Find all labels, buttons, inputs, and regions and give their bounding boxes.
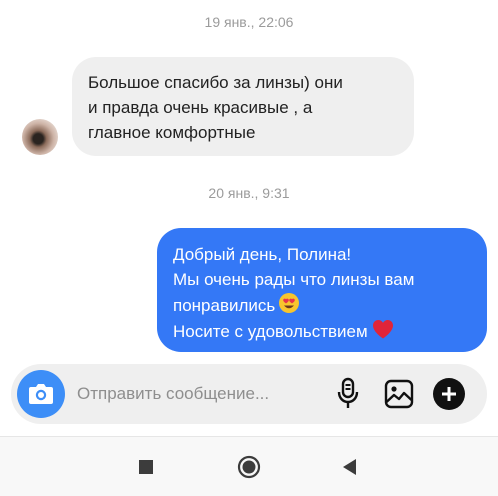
gallery-button[interactable] (383, 378, 415, 410)
more-options-button[interactable] (433, 378, 465, 410)
message-text: Носите с удовольствием (173, 322, 368, 341)
heart-eyes-emoji-icon (279, 293, 300, 313)
timestamp: 20 янв., 9:31 (208, 185, 290, 201)
message-line: главное комфортные (88, 123, 256, 142)
message-line: Большое спасибо за линзы) они (88, 73, 343, 92)
message-text: понравились (173, 296, 276, 315)
message-input[interactable]: Отправить сообщение... (77, 384, 269, 404)
message-line: Мы очень рады что линзы вам (173, 270, 415, 289)
message-line-with-emoji: Носите с удовольствием (173, 318, 471, 344)
plus-icon (442, 387, 456, 401)
home-button[interactable] (237, 455, 261, 479)
gallery-icon (384, 379, 414, 409)
system-navigation-bar (0, 436, 498, 496)
microphone-icon (337, 377, 359, 408)
avatar[interactable] (22, 119, 58, 155)
back-triangle-icon (343, 459, 356, 475)
back-button[interactable] (338, 455, 362, 479)
camera-icon (29, 384, 53, 404)
recents-button[interactable] (134, 455, 158, 479)
outgoing-message-bubble[interactable]: Добрый день, Полина! Мы очень рады что л… (157, 228, 487, 352)
incoming-message-bubble[interactable]: Большое спасибо за линзы) они и правда о… (72, 57, 414, 156)
message-line-with-emoji: понравились (173, 292, 471, 318)
recents-square-icon (139, 460, 153, 474)
timestamp: 19 янв., 22:06 (204, 14, 294, 30)
camera-button[interactable] (17, 370, 65, 418)
home-circle-icon (237, 455, 261, 479)
message-composer: Отправить сообщение... (11, 364, 487, 424)
voice-message-button[interactable] (334, 377, 362, 411)
red-heart-emoji-icon (372, 320, 393, 339)
message-line: и правда очень красивые , а (88, 98, 313, 117)
message-line: Добрый день, Полина! (173, 245, 352, 264)
